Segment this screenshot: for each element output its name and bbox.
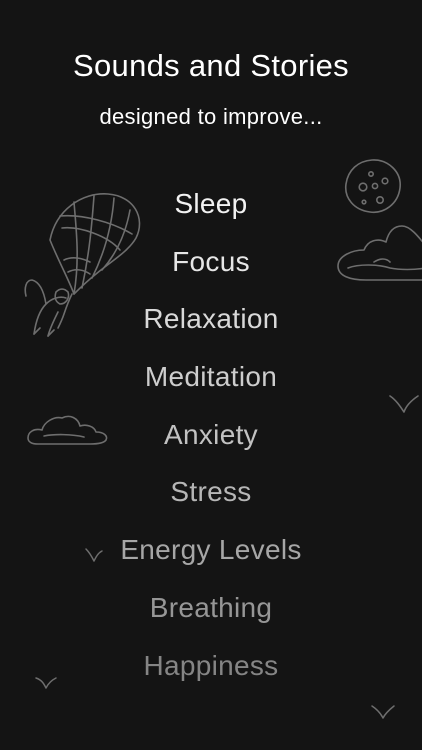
bird-icon (371, 705, 395, 719)
benefit-stress: Stress (170, 476, 252, 508)
benefit-energy-levels: Energy Levels (120, 534, 302, 566)
cloud-icon (337, 225, 422, 281)
benefit-happiness: Happiness (143, 649, 279, 681)
bird-icon (85, 548, 103, 562)
benefit-meditation: Meditation (144, 361, 278, 393)
page-title: Sounds and Stories (73, 48, 349, 83)
onboarding-screen: Sounds and Stories designed to improve..… (0, 0, 422, 750)
benefit-breathing: Breathing (149, 591, 273, 623)
bird-icon (35, 677, 57, 689)
bird-icon (389, 395, 419, 413)
hot-air-balloon-icon (24, 193, 141, 337)
moon-icon (345, 159, 401, 213)
page-subtitle: designed to improve... (99, 104, 323, 129)
cloud-icon (27, 415, 108, 445)
